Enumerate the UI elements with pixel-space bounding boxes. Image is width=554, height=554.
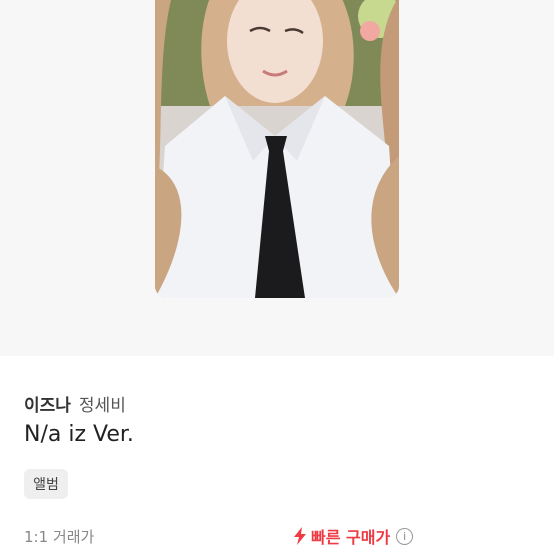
price-values-cutoff bbox=[24, 548, 124, 554]
member-name: 정세비 bbox=[78, 396, 126, 416]
artist-name[interactable]: 이즈나 bbox=[24, 391, 71, 416]
photocard-illustration bbox=[155, 0, 399, 298]
photocard-image[interactable] bbox=[155, 0, 399, 298]
fast-buy-label: 빠른 구매가 bbox=[311, 528, 391, 547]
lightning-bolt-icon bbox=[294, 527, 306, 545]
product-title: N/a iz Ver. bbox=[24, 422, 134, 447]
info-circle-icon[interactable]: i bbox=[396, 527, 414, 545]
artist-line: 이즈나 정세비 bbox=[24, 391, 126, 416]
category-tag[interactable]: 앨범 bbox=[24, 469, 68, 499]
product-image-area[interactable] bbox=[0, 0, 554, 356]
fast-buy-price[interactable]: 빠른 구매가 i bbox=[293, 524, 414, 548]
trade-price-label: 1:1 거래가 bbox=[24, 528, 95, 546]
